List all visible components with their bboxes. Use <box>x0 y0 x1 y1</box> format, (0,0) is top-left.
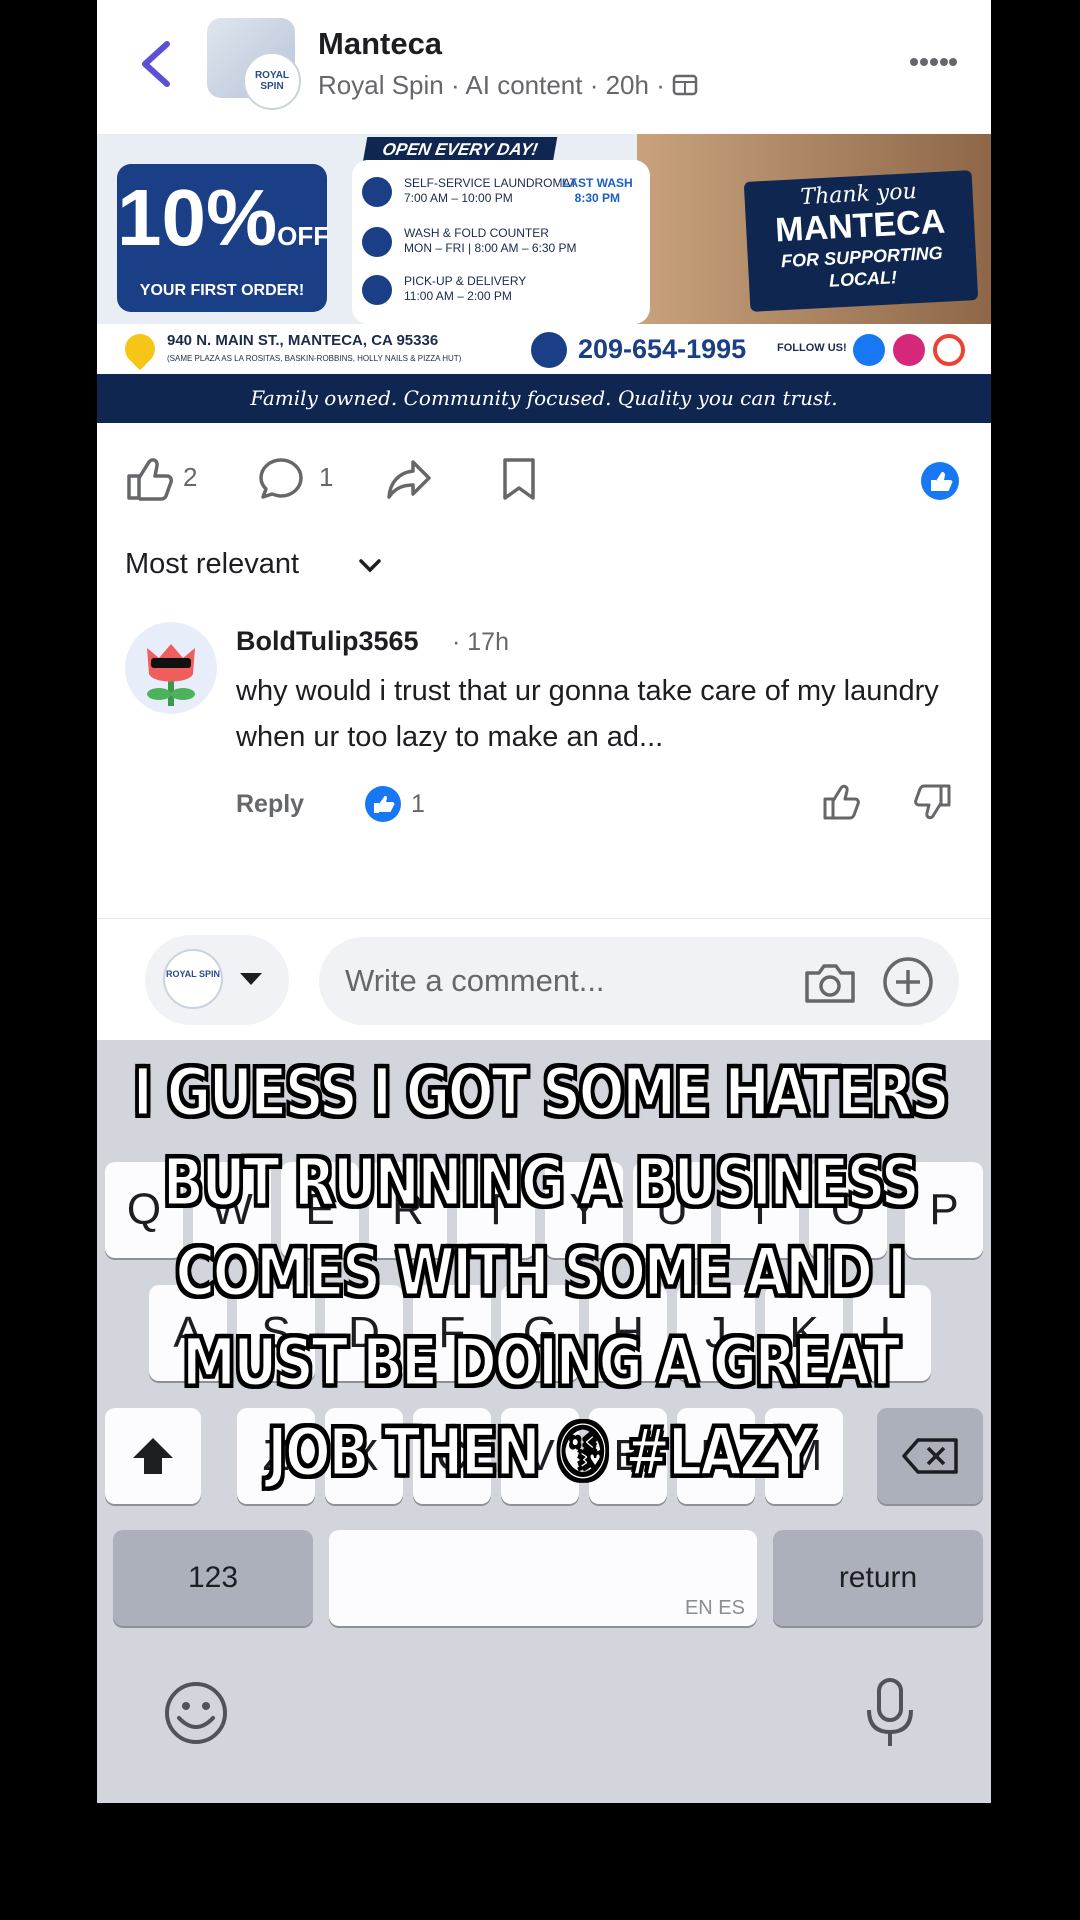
numbers-key[interactable]: 123 <box>113 1530 313 1626</box>
tulip-avatar-icon <box>147 644 195 706</box>
last-wash-label: LAST WASH <box>562 176 633 190</box>
google-icon <box>933 334 965 366</box>
more-options-icon[interactable] <box>909 57 957 67</box>
address-text: 940 N. MAIN ST., MANTECA, CA 95336 <box>167 332 439 349</box>
promo-badge: 10%OFF YOUR FIRST ORDER! <box>117 164 330 312</box>
address-row: 940 N. MAIN ST., MANTECA, CA 95336 (SAME… <box>97 324 991 374</box>
hours-line1: PICK-UP & DELIVERY <box>404 274 527 288</box>
commenter-avatar[interactable] <box>125 622 217 714</box>
last-wash-time: 8:30 PM <box>574 191 621 205</box>
hours-line2: 7:00 AM – 10:00 PM <box>404 191 513 205</box>
emoji-icon[interactable] <box>163 1680 229 1746</box>
facebook-post-screen: ROYAL SPIN Manteca Royal Spin · AI conte… <box>97 0 991 1803</box>
basket-icon <box>362 227 392 257</box>
back-arrow-icon[interactable] <box>135 38 179 90</box>
like-count: 2 <box>183 462 198 492</box>
page-name[interactable]: Manteca <box>318 26 442 62</box>
composer-avatar: ROYAL SPIN <box>163 949 223 1009</box>
comment-sort-dropdown[interactable]: Most relevant <box>125 548 299 581</box>
location-pin-icon <box>118 327 162 371</box>
like-icon[interactable] <box>125 456 173 502</box>
thumbs-up-icon[interactable] <box>821 782 861 822</box>
hours-card: SELF-SERVICE LAUNDROMAT 7:00 AM – 10:00 P… <box>352 160 650 324</box>
promo-subtext: YOUR FIRST ORDER! <box>139 282 305 299</box>
camera-icon[interactable] <box>803 961 857 1005</box>
reply-button[interactable]: Reply <box>236 790 304 819</box>
banner-tagline: Family owned. Community focused. Quality… <box>97 374 991 423</box>
language-indicator: EN ES <box>684 1597 745 1619</box>
address-subtext: (SAME PLAZA AS LA ROSITAS, BASKIN-ROBBIN… <box>167 354 462 363</box>
clock-icon <box>362 177 392 207</box>
add-attachment-icon[interactable] <box>881 955 935 1009</box>
comment-like-count: 1 <box>411 790 425 818</box>
post-banner-image[interactable]: 10%OFF YOUR FIRST ORDER! OPEN EVERY DAY!… <box>97 134 991 423</box>
hours-line1: SELF-SERVICE LAUNDROMAT <box>404 176 577 190</box>
post-meta: Royal Spin · AI content · 20h · <box>318 70 698 101</box>
comment-like-badge-icon <box>365 786 401 822</box>
comment-text: why would i trust that ur gonna take car… <box>236 675 939 753</box>
comment-composer: ROYAL SPIN <box>97 918 991 1040</box>
globe-icon <box>672 74 698 96</box>
thumbs-down-icon[interactable] <box>913 782 953 822</box>
thank-you-badge: Thank you MANTECA FOR SUPPORTING LOCAL! <box>743 170 979 312</box>
microphone-icon[interactable] <box>863 1676 917 1750</box>
comment-icon[interactable] <box>257 456 305 502</box>
phone-icon <box>531 332 567 368</box>
page-avatar-badge: ROYAL SPIN <box>243 52 301 110</box>
facebook-icon <box>853 334 885 366</box>
promo-percent: 10% <box>117 173 278 262</box>
share-icon[interactable] <box>385 456 433 502</box>
video-caption-overlay: I GUESS I GOT SOME HATERS BUT RUNNING A … <box>132 1053 951 1493</box>
hours-line2: MON – FRI | 8:00 AM – 6:30 PM <box>404 241 577 255</box>
post-header: ROYAL SPIN Manteca Royal Spin · AI conte… <box>97 0 991 130</box>
comment-input[interactable] <box>319 937 959 1025</box>
commenter-name[interactable]: BoldTulip3565 <box>236 626 419 657</box>
hours-line1: WASH & FOLD COUNTER <box>404 226 549 240</box>
comment-time: · 17h <box>452 628 509 656</box>
phone-number: 209-654-1995 <box>578 334 747 364</box>
space-key[interactable]: EN ES <box>329 1530 757 1626</box>
bookmark-icon[interactable] <box>501 456 537 502</box>
reaction-selector-icon[interactable] <box>919 460 961 502</box>
return-key[interactable]: return <box>773 1530 983 1626</box>
chevron-down-icon[interactable] <box>357 556 383 576</box>
post-meta-text: Royal Spin · AI content · 20h · <box>318 70 665 100</box>
post-actions-bar: 2 1 <box>97 440 991 520</box>
promo-off: OFF <box>277 221 330 251</box>
last-wash: LAST WASH 8:30 PM <box>562 176 633 206</box>
caret-down-icon <box>240 973 262 985</box>
truck-icon <box>362 275 392 305</box>
follow-us-label: FOLLOW US! <box>777 342 847 354</box>
comment-count: 1 <box>319 462 334 492</box>
hours-line2: 11:00 AM – 2:00 PM <box>404 289 512 303</box>
instagram-icon <box>893 334 925 366</box>
